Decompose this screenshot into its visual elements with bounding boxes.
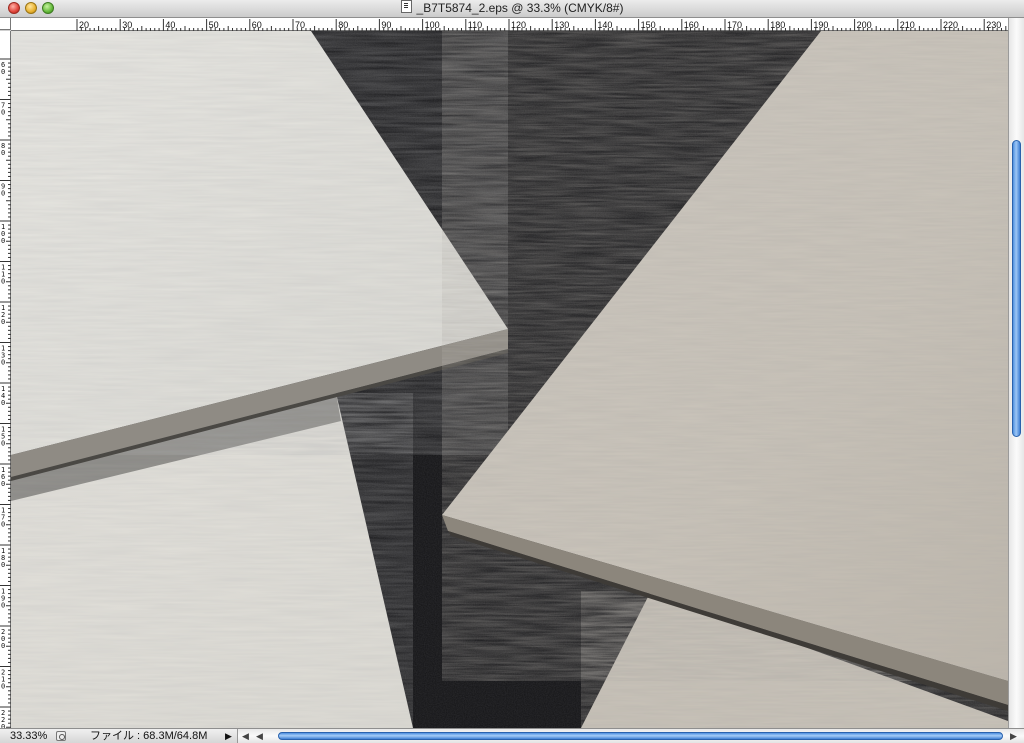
ruler-label: 210 (1, 669, 5, 691)
window-title: _B7T5874_2.eps @ 33.3% (CMYK/8#) (0, 0, 1024, 17)
ruler-label: 110 (468, 20, 482, 30)
zoom-level-field[interactable]: 33.33% (0, 729, 52, 743)
ruler-label: 100 (425, 20, 440, 30)
status-bar: 33.33% ファイル : 68.3M/64.8M ▶ ◀ ◀ ▶ (0, 728, 1024, 743)
vertical-ruler-ticks: 6 0 7 0 8 0 9 0 1 0 0 1 1 0 1 2 0 1 3 0 1 4 0 1 5 0 1 6 0 1 7 0 1 8 0 1 9 0 2 0… (0, 58, 11, 731)
ruler-label: 200 (1, 628, 5, 650)
horizontal-scroll-thumb[interactable] (278, 732, 1003, 740)
ruler-label: 80 (1, 142, 5, 157)
scroll-left-arrow-icon[interactable]: ◀ (242, 730, 249, 742)
vertical-scrollbar[interactable] (1008, 18, 1024, 728)
ruler-label: 150 (1, 426, 5, 448)
tile-photo (11, 31, 1008, 728)
image-canvas[interactable] (11, 31, 1008, 728)
ruler-label: 190 (1, 588, 5, 610)
photoshop-document-window: _B7T5874_2.eps @ 33.3% (CMYK/8#) 20 30 40 5… (0, 0, 1024, 743)
ruler-label: 170 (1, 507, 5, 529)
ruler-label: 150 (641, 20, 656, 30)
ruler-label: 100 (1, 223, 5, 245)
ruler-label: 120 (511, 20, 526, 30)
ruler-label: 60 (252, 20, 262, 30)
ruler-label: 70 (1, 102, 5, 117)
ruler-label: 170 (727, 20, 742, 30)
ruler-label: 70 (295, 20, 305, 30)
ruler-label: 220 (1, 709, 5, 728)
ruler-label: 230 (986, 20, 1001, 30)
ruler-label: 180 (1, 547, 5, 569)
vertical-scroll-thumb[interactable] (1012, 140, 1021, 437)
ruler-label: 140 (597, 20, 612, 30)
horizontal-scrollbar[interactable]: ◀ ◀ ▶ (237, 729, 1024, 743)
ruler-label: 20 (79, 20, 89, 30)
horizontal-ruler[interactable]: 20 30 40 50 60 70 80 90 100 110 120 130 140 150 160 170… (11, 18, 1008, 31)
navigator-icon[interactable] (56, 731, 66, 741)
scroll-right-arrow-icon[interactable]: ▶ (1010, 730, 1017, 742)
ruler-label: 140 (1, 385, 5, 407)
ruler-label: 110 (1, 264, 5, 286)
file-size-info[interactable]: ファイル : 68.3M/64.8M (90, 729, 207, 743)
status-menu-arrow-icon[interactable]: ▶ (225, 729, 232, 743)
ruler-label: 90 (381, 20, 391, 30)
ruler-label: 190 (813, 20, 828, 30)
ruler-label: 80 (338, 20, 348, 30)
ruler-label: 60 (1, 61, 5, 76)
ruler-label: 180 (770, 20, 785, 30)
ruler-label: 50 (209, 20, 219, 30)
ruler-label: 200 (857, 20, 872, 30)
ruler-label: 120 (1, 304, 5, 326)
ruler-label: 160 (684, 20, 699, 30)
window-title-text: _B7T5874_2.eps @ 33.3% (CMYK/8#) (416, 1, 624, 15)
title-bar[interactable]: _B7T5874_2.eps @ 33.3% (CMYK/8#) (0, 0, 1024, 18)
ruler-label: 130 (1, 345, 5, 367)
ruler-label: 30 (122, 20, 132, 30)
document-icon (400, 0, 412, 13)
vertical-ruler[interactable]: 60 70 80 90 100 110 120 130 140 150 160 170 180 190 20… (0, 31, 11, 731)
ruler-origin[interactable] (0, 18, 11, 30)
ruler-label: 90 (1, 183, 5, 198)
ruler-label: 160 (1, 466, 5, 488)
ruler-label: 130 (554, 20, 569, 30)
ruler-label: 40 (165, 20, 175, 30)
ruler-label: 220 (943, 20, 958, 30)
horizontal-ruler-ticks: 20 30 40 50 60 70 80 90 100 110 120 130 140 150 160 170… (76, 19, 1007, 31)
scroll-left-step-icon[interactable]: ◀ (256, 730, 263, 742)
ruler-label: 210 (900, 20, 915, 30)
